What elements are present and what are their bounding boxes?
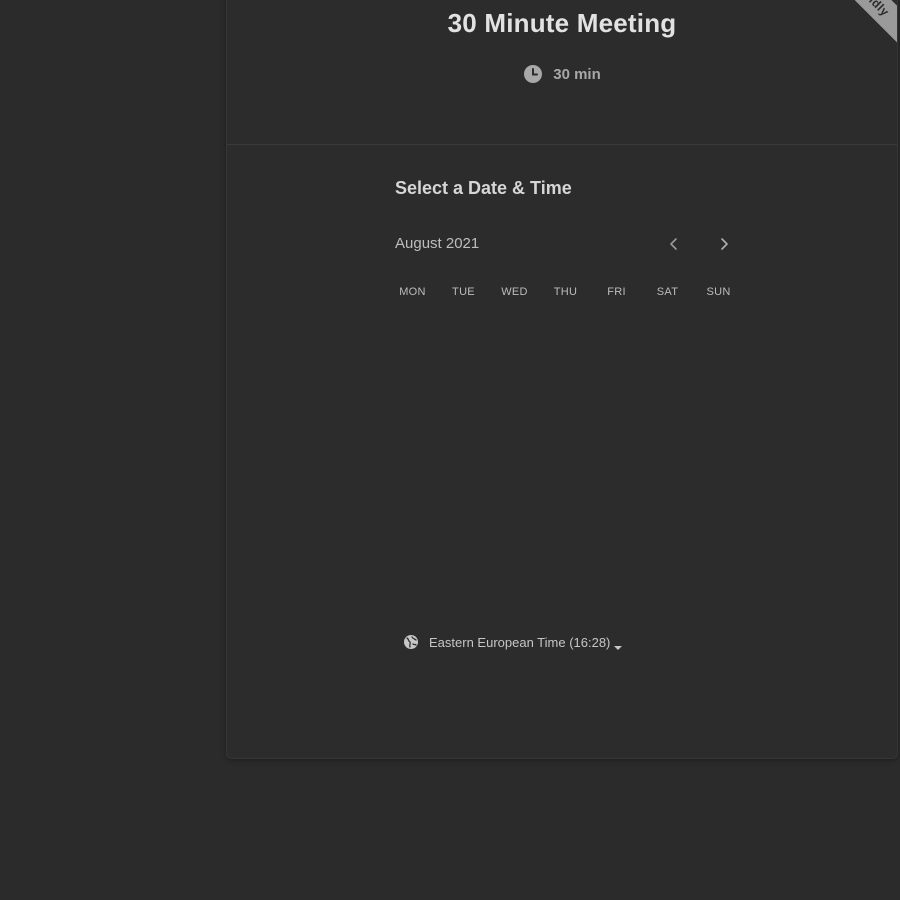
weekday-header: MON TUE WED THU FRI SAT SUN [387,286,747,298]
month-navigation: August 2021 [395,235,737,255]
month-label: August 2021 [395,235,480,252]
weekday-sun: SUN [706,286,731,298]
caret-down-icon [614,639,623,650]
scheduling-card: 30 Minute Meeting 30 min Calendly Select… [226,0,898,759]
event-title: 30 Minute Meeting [447,8,677,38]
event-duration: 30 min [227,64,897,84]
weekday-sat: SAT [656,286,679,298]
globe-icon [403,634,419,650]
select-date-heading: Select a Date & Time [395,178,572,198]
timezone-label: Eastern European Time (16:28) [429,634,611,650]
chevron-right-icon [721,238,728,250]
weekday-fri: FRI [607,286,626,298]
weekday-mon: MON [399,286,426,298]
clock-icon [523,64,543,84]
duration-label: 30 min [553,65,601,83]
chevron-left-icon [670,238,677,250]
timezone-selector[interactable]: Eastern European Time (16:28) [403,634,623,650]
next-month-button[interactable] [711,231,737,257]
page: 30 Minute Meeting 30 min Calendly Select… [0,0,900,900]
previous-month-button[interactable] [661,231,687,257]
weekday-wed: WED [501,286,528,298]
weekday-tue: TUE [452,286,475,298]
weekday-thu: THU [553,286,578,298]
event-header: 30 Minute Meeting 30 min Calendly [227,0,897,145]
